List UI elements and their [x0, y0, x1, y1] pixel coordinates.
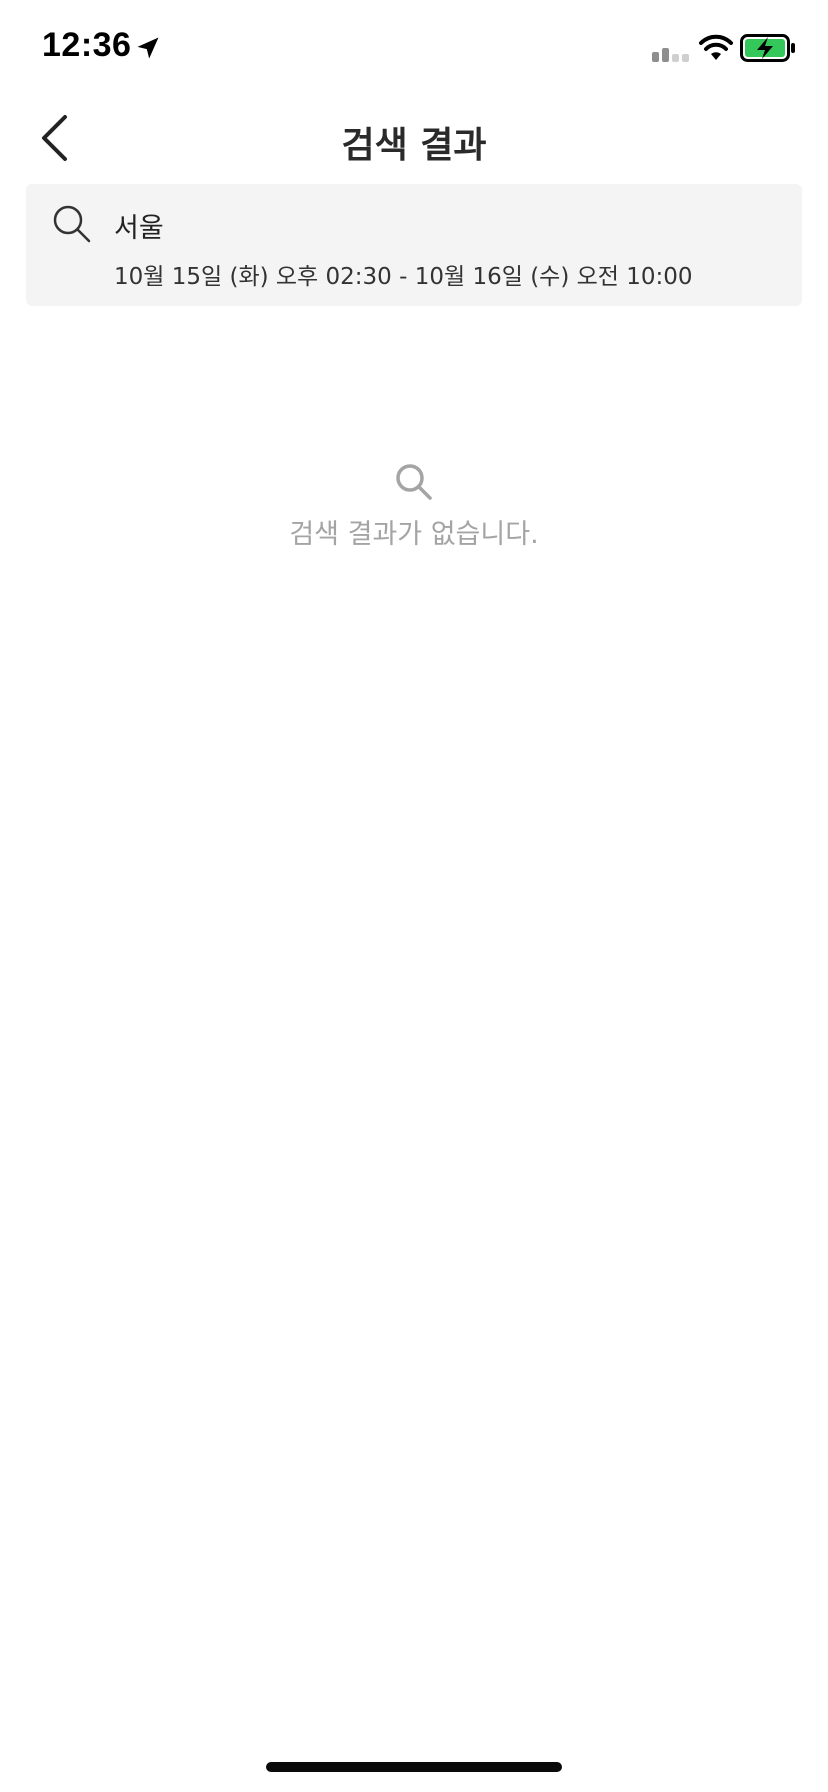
empty-state-message: 검색 결과가 없습니다. — [289, 519, 539, 550]
wifi-icon — [699, 34, 733, 60]
home-indicator[interactable] — [266, 1762, 562, 1772]
search-summary-card[interactable]: 서울 10월 15일 (화) 오후 02:30 - 10월 16일 (수) 오전… — [26, 184, 802, 306]
status-time: 12:36 — [42, 26, 132, 64]
search-location: 서울 — [114, 213, 164, 244]
search-date-range: 10월 15일 (화) 오후 02:30 - 10월 16일 (수) 오전 10… — [114, 264, 693, 290]
header: 검색 결과 — [0, 100, 828, 180]
page-title: 검색 결과 — [341, 125, 487, 166]
search-icon — [396, 464, 432, 500]
empty-state: 검색 결과가 없습니다. — [0, 462, 828, 551]
search-icon — [53, 205, 91, 243]
cellular-signal-icon — [652, 48, 689, 62]
location-arrow-icon — [137, 37, 159, 59]
battery-charging-icon — [740, 34, 795, 62]
status-bar: 12:36 — [0, 0, 828, 100]
